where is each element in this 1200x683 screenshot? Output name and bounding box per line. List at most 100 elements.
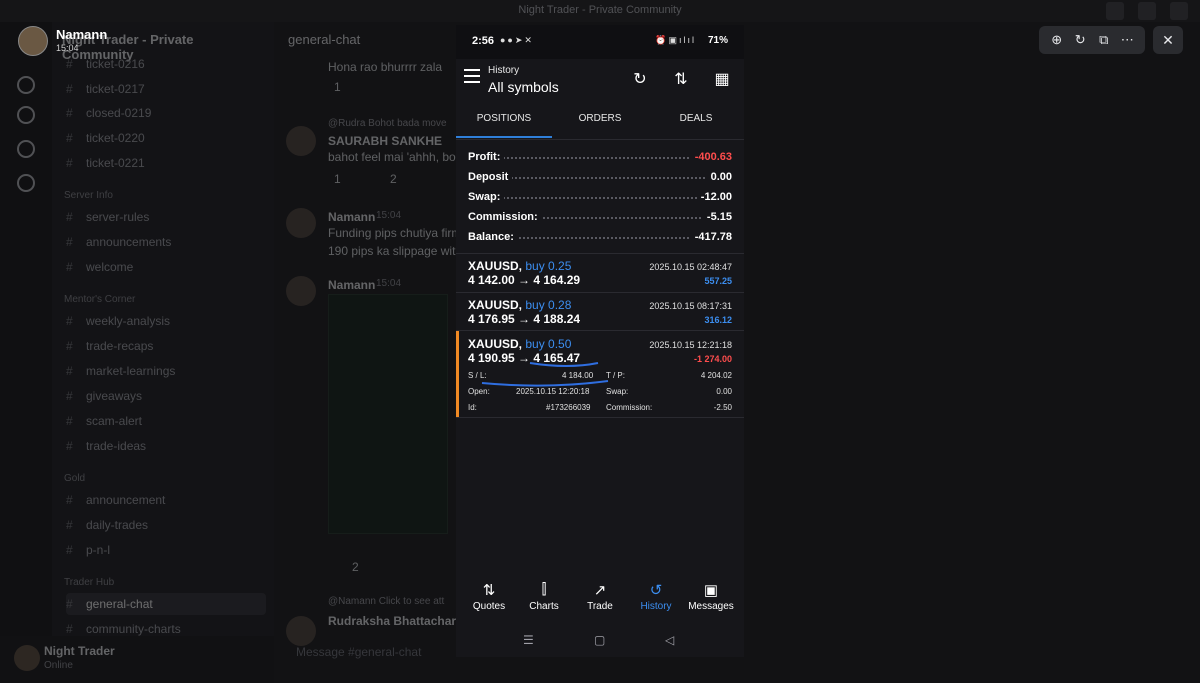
summary-value: 0.00 — [706, 171, 732, 183]
zoom-in-icon[interactable]: ⊕ — [1048, 32, 1066, 48]
channel-ticket[interactable]: # ticket-0217 — [66, 78, 266, 100]
add-server-icon[interactable] — [17, 106, 35, 124]
avatar[interactable] — [286, 208, 316, 238]
titlebar-icons — [1106, 2, 1188, 20]
inbox-icon[interactable] — [1106, 2, 1124, 20]
channel-weekly-analysis[interactable]: # weekly-analysis — [66, 310, 266, 332]
channel-trade-ideas[interactable]: # trade-ideas — [66, 435, 266, 457]
reply-reference[interactable]: @Rudra Bohot bada move — [328, 118, 447, 129]
channel-announcements[interactable]: # announcements — [66, 231, 266, 253]
close-button[interactable]: ✕ — [1153, 26, 1183, 54]
deal-row[interactable]: XAUUSD, buy 0.25 4 142.00 → 4 164.29 202… — [456, 255, 744, 293]
tab-deals[interactable]: DEALS — [648, 113, 744, 124]
channel-announcement[interactable]: # announcement — [66, 489, 266, 511]
reaction-count[interactable]: 2 — [352, 560, 359, 574]
sort-icon[interactable]: ⇅ — [671, 69, 691, 89]
notification-icons: ●●➤✕ — [500, 35, 534, 45]
nav-history[interactable]: ↺ History — [628, 581, 684, 612]
channel-ticket[interactable]: # ticket-0220 — [66, 127, 266, 149]
nav-charts[interactable]: ⫿ Charts — [516, 581, 572, 612]
rotate-icon[interactable]: ↻ — [1071, 32, 1089, 48]
more-icon[interactable]: ⋯ — [1118, 32, 1136, 48]
message-author[interactable]: Rudraksha Bhattacharyya — [328, 614, 476, 628]
app-bar: History All symbols ↻ ⇅ ▦ — [456, 59, 744, 105]
category-gold[interactable]: Gold — [64, 473, 264, 484]
summary-value: -400.63 — [690, 151, 732, 163]
channel-daily-trades[interactable]: # daily-trades — [66, 514, 266, 536]
detail-value: -2.50 — [713, 403, 732, 412]
nav-label: Charts — [529, 601, 559, 612]
server-rail — [0, 22, 52, 683]
avatar[interactable] — [286, 126, 316, 156]
phone-screenshot[interactable]: 2:56 ●●➤✕ ⏰▣ılıl 71% History All symbols… — [456, 25, 744, 657]
nav-messages[interactable]: ▣ Messages — [683, 581, 739, 612]
app-title[interactable]: All symbols — [488, 79, 559, 95]
account-summary: Profit: -400.63 Deposit 0.00 Swap: -12.0… — [456, 143, 744, 253]
home-icon[interactable]: ▢ — [594, 633, 605, 647]
category-trader-hub[interactable]: Trader Hub — [64, 577, 264, 588]
attachment-image[interactable] — [328, 294, 448, 534]
download-icon[interactable] — [1170, 2, 1188, 20]
detail-label: S / L: — [468, 371, 487, 380]
detail-value: #173266039 — [546, 403, 591, 412]
message-time: 15:04 — [376, 278, 402, 289]
message-time: 15:04 — [376, 210, 402, 221]
divider — [456, 417, 744, 418]
server-icon[interactable] — [17, 76, 35, 94]
deal-side: buy 0.50 — [525, 337, 572, 351]
system-icons: ⏰▣ılıl — [655, 35, 696, 45]
message-author[interactable]: SAURABH SANKHE — [328, 134, 442, 148]
reaction-count[interactable]: 2 — [390, 172, 397, 186]
trade-icon: ↗ — [593, 582, 607, 599]
detail-label: Swap: — [606, 387, 629, 396]
avatar[interactable] — [286, 276, 316, 306]
recents-icon[interactable]: ☰ — [523, 633, 534, 647]
explore-icon[interactable] — [17, 140, 35, 158]
help-icon[interactable] — [1138, 2, 1156, 20]
channel-server-rules[interactable]: # server-rules — [66, 206, 266, 228]
summary-label: Balance: — [468, 231, 518, 243]
channel-ticket[interactable]: # closed-0219 — [66, 102, 266, 124]
history-icon: ↺ — [649, 582, 663, 599]
nav-label: Quotes — [472, 601, 506, 612]
refresh-icon[interactable]: ↻ — [630, 69, 650, 89]
viewer-author: Namann 15:04 — [18, 26, 138, 56]
channel-pnl[interactable]: # p-n-l — [66, 539, 266, 561]
user-panel: Night Trader Online — [0, 636, 274, 683]
channel-scam-alert[interactable]: # scam-alert — [66, 410, 266, 432]
avatar[interactable] — [14, 645, 40, 671]
nav-trade[interactable]: ↗ Trade — [572, 581, 628, 612]
tab-positions[interactable]: POSITIONS — [456, 113, 552, 124]
download-apps-icon[interactable] — [17, 174, 35, 192]
calendar-icon[interactable]: ▦ — [712, 69, 732, 89]
channel-general-chat[interactable]: # general-chat — [66, 593, 266, 615]
message-author[interactable]: Namann — [328, 210, 375, 224]
battery-level: 71% — [707, 35, 728, 46]
deal-prices: 4 176.95 → 4 188.24 — [468, 312, 581, 326]
viewer-toolbar: ⊕ ↻ ⧉ ⋯ — [1039, 26, 1145, 54]
channel-welcome[interactable]: # welcome — [66, 256, 266, 278]
nav-quotes[interactable]: ⇅ Quotes — [461, 581, 517, 612]
message-author[interactable]: Namann — [328, 278, 375, 292]
channel-ticket[interactable]: # ticket-0221 — [66, 152, 266, 174]
channel-giveaways[interactable]: # giveaways — [66, 385, 266, 407]
user-status: Online — [44, 660, 73, 671]
category-mentors-corner[interactable]: Mentor's Corner — [64, 294, 264, 305]
summary-row-balance: Balance: -417.78 — [468, 229, 732, 247]
avatar[interactable] — [286, 616, 316, 646]
reply-reference[interactable]: @Namann Click to see att — [328, 596, 444, 607]
back-icon[interactable]: ◁ — [665, 633, 674, 647]
channel-market-learnings[interactable]: # market-learnings — [66, 360, 266, 382]
channel-trade-recaps[interactable]: # trade-recaps — [66, 335, 266, 357]
menu-icon[interactable] — [464, 69, 480, 83]
category-server-info[interactable]: Server Info — [64, 190, 264, 201]
avatar[interactable] — [18, 26, 48, 56]
divider — [456, 253, 744, 254]
reaction-count[interactable]: 1 — [334, 80, 341, 94]
tab-orders[interactable]: ORDERS — [552, 113, 648, 124]
detail-label: Open: — [468, 387, 490, 396]
channel-ticket[interactable]: # ticket-0216 — [66, 53, 266, 75]
reaction-count[interactable]: 1 — [334, 172, 341, 186]
open-external-icon[interactable]: ⧉ — [1095, 32, 1113, 48]
deal-row[interactable]: XAUUSD, buy 0.28 4 176.95 → 4 188.24 202… — [456, 294, 744, 332]
